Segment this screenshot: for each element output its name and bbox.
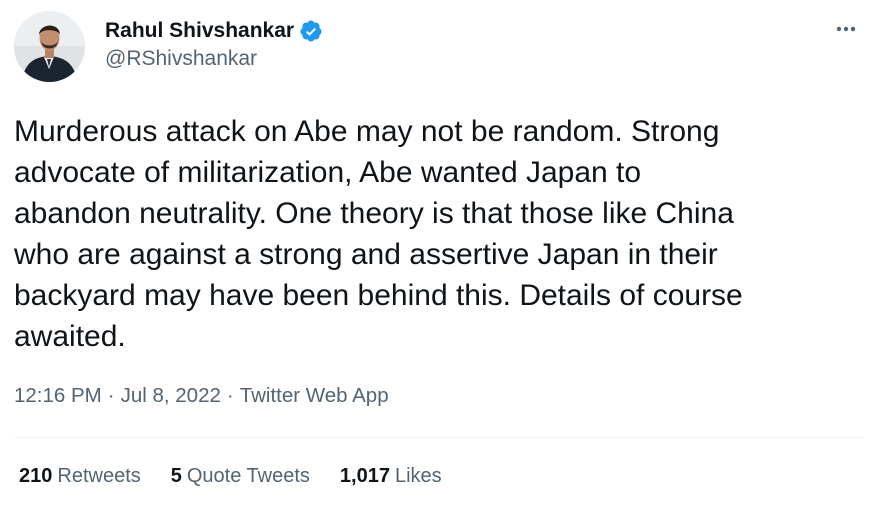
author-display-name[interactable]: Rahul Shivshankar [105,19,294,43]
tweet-date[interactable]: Jul 8, 2022 [121,384,221,408]
meta-separator: · [107,384,115,407]
likes-count: 1,017 [339,465,390,487]
retweets-count: 210 [19,465,53,487]
tweet-source-link[interactable]: Twitter Web App [240,384,389,408]
author-name-row: Rahul Shivshankar [105,17,323,45]
tweet-text: Murderous attack on Abe may not be rando… [14,115,743,353]
engagement-stats: 210 Retweets 5 Quote Tweets 1,017 Likes [19,465,472,488]
retweets-stat[interactable]: 210 Retweets [19,465,141,488]
divider [14,437,863,438]
quote-tweets-label: Quote Tweets [186,465,310,487]
profile-photo-icon [14,11,85,82]
tweet-card: Rahul Shivshankar @RShivshankar Murderou… [0,0,881,506]
verified-badge-icon [299,19,323,43]
quote-tweets-stat[interactable]: 5 Quote Tweets [171,465,310,488]
avatar[interactable] [14,11,85,82]
retweets-label: Retweets [57,465,141,487]
likes-stat[interactable]: 1,017 Likes [340,465,442,488]
more-options-icon[interactable] [831,17,861,41]
author-handle[interactable]: @RShivshankar [105,47,257,71]
quote-tweets-count: 5 [170,465,182,487]
meta-separator: · [226,384,234,407]
likes-label: Likes [394,465,442,487]
tweet-metadata: 12:16 PM · Jul 8, 2022 · Twitter Web App [14,384,389,408]
tweet-time[interactable]: 12:16 PM [14,384,102,408]
